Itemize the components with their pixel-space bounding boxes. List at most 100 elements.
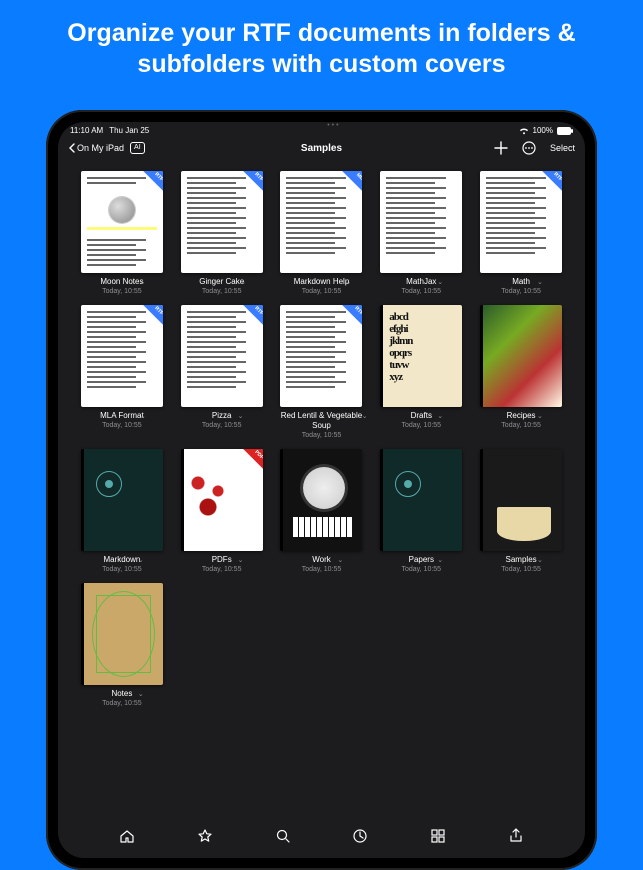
document-date: Today, 10:55 <box>402 287 442 297</box>
document-name: Samples <box>501 555 541 565</box>
add-button[interactable] <box>494 141 508 155</box>
favorites-icon[interactable] <box>197 828 213 844</box>
document-item[interactable]: Papers Today, 10:55 ⌄ <box>375 449 467 575</box>
document-date: Today, 10:55 <box>501 565 541 575</box>
format-badge: MD <box>334 171 362 199</box>
ai-badge[interactable]: AI <box>130 142 145 154</box>
document-name: Papers <box>402 555 442 565</box>
document-name: MathJax <box>402 277 442 287</box>
wifi-icon <box>519 127 529 135</box>
document-date: Today, 10:55 <box>294 287 350 297</box>
document-item[interactable]: RTF Math Today, 10:55 ⌄ <box>475 171 567 297</box>
document-grid: RTF Moon Notes Today, 10:55 ⌄ RTF Ginger… <box>58 161 585 719</box>
home-icon[interactable] <box>119 828 135 844</box>
document-thumbnail[interactable]: RTF <box>81 305 163 407</box>
chevron-left-icon <box>68 143 75 153</box>
chevron-down-icon[interactable]: ⌄ <box>362 412 368 422</box>
document-date: Today, 10:55 <box>277 431 365 441</box>
recent-icon[interactable] <box>352 828 368 844</box>
more-button[interactable] <box>522 141 536 155</box>
status-bar: 11:10 AM Thu Jan 25 ••• 100% <box>58 122 585 137</box>
document-date: Today, 10:55 <box>100 287 143 297</box>
document-thumbnail[interactable] <box>480 305 562 407</box>
document-date: Today, 10:55 <box>402 421 442 431</box>
chevron-down-icon[interactable]: ⌄ <box>138 690 144 700</box>
chevron-down-icon[interactable]: ⌄ <box>437 556 443 566</box>
chevron-down-icon[interactable]: ⌄ <box>337 556 343 566</box>
document-thumbnail[interactable]: RTF <box>181 171 263 273</box>
chevron-down-icon[interactable]: ⌄ <box>537 278 543 288</box>
document-item[interactable]: RTF MLA Format Today, 10:55 ⌄ <box>76 305 168 441</box>
document-date: Today, 10:55 <box>100 421 144 431</box>
document-date: Today, 10:55 <box>302 565 342 575</box>
chevron-down-icon[interactable]: ⌄ <box>238 556 244 566</box>
chevron-down-icon[interactable]: ⌄ <box>238 412 244 422</box>
document-thumbnail[interactable] <box>81 449 163 551</box>
document-item[interactable]: RTF Ginger Cake Today, 10:55 ⌄ <box>176 171 268 297</box>
document-name: Ginger Cake <box>199 277 244 287</box>
select-button[interactable]: Select <box>550 143 575 153</box>
document-name: Work <box>302 555 342 565</box>
document-name: PDFs <box>202 555 242 565</box>
document-thumbnail[interactable]: RTF <box>81 171 163 273</box>
document-date: Today, 10:55 <box>501 287 541 297</box>
document-item[interactable]: MathJax Today, 10:55 ⌄ <box>375 171 467 297</box>
document-item[interactable]: RTF Red Lentil & Vegetable Soup Today, 1… <box>276 305 368 441</box>
document-date: Today, 10:55 <box>501 421 541 431</box>
bottom-toolbar <box>58 822 585 850</box>
document-item[interactable]: Work Today, 10:55 ⌄ <box>276 449 368 575</box>
chevron-down-icon[interactable]: ⌄ <box>140 278 146 288</box>
document-thumbnail[interactable]: PDF <box>181 449 263 551</box>
browse-icon[interactable] <box>430 828 446 844</box>
format-badge: RTF <box>334 305 362 333</box>
multitask-dots[interactable]: ••• <box>327 122 340 129</box>
document-thumbnail[interactable] <box>280 449 362 551</box>
chevron-down-icon[interactable]: ⌄ <box>140 412 146 422</box>
chevron-down-icon[interactable]: ⌄ <box>537 556 543 566</box>
document-name: Drafts <box>402 411 442 421</box>
document-thumbnail[interactable]: RTF <box>181 305 263 407</box>
document-name: Red Lentil & Vegetable Soup <box>277 411 365 431</box>
back-button[interactable]: On My iPad <box>68 143 124 153</box>
document-thumbnail[interactable]: abcdefghijklmnopqrstuvwxyz <box>380 305 462 407</box>
document-item[interactable]: Samples Today, 10:55 ⌄ <box>475 449 567 575</box>
chevron-down-icon[interactable]: ⌄ <box>437 412 443 422</box>
document-thumbnail[interactable]: RTF <box>280 305 362 407</box>
document-date: Today, 10:55 <box>199 287 244 297</box>
document-name: MLA Format <box>100 411 144 421</box>
document-name: Math <box>501 277 541 287</box>
document-thumbnail[interactable] <box>480 449 562 551</box>
format-badge: PDF <box>235 449 263 477</box>
battery-icon <box>557 127 573 135</box>
share-icon[interactable] <box>508 828 524 844</box>
document-item[interactable]: RTF Moon Notes Today, 10:55 ⌄ <box>76 171 168 297</box>
search-icon[interactable] <box>275 828 291 844</box>
chevron-down-icon[interactable]: ⌄ <box>240 278 246 288</box>
marketing-headline: Organize your RTF documents in folders &… <box>0 0 643 95</box>
document-thumbnail[interactable] <box>380 171 462 273</box>
chevron-down-icon[interactable]: ⌄ <box>437 278 443 288</box>
battery-percent: 100% <box>533 126 553 135</box>
chevron-down-icon[interactable]: ⌄ <box>537 412 543 422</box>
document-date: Today, 10:55 <box>102 565 142 575</box>
tablet-screen: 11:10 AM Thu Jan 25 ••• 100% <box>58 122 585 858</box>
format-badge: RTF <box>235 171 263 199</box>
format-badge: RTF <box>235 305 263 333</box>
tablet-frame: 11:10 AM Thu Jan 25 ••• 100% <box>46 110 597 870</box>
document-item[interactable]: PDF PDFs Today, 10:55 ⌄ <box>176 449 268 575</box>
document-thumbnail[interactable]: RTF <box>480 171 562 273</box>
chevron-down-icon[interactable]: ⌄ <box>345 278 351 288</box>
document-name: Markdown Help <box>294 277 350 287</box>
document-item[interactable]: Recipes Today, 10:55 ⌄ <box>475 305 567 441</box>
format-badge: RTF <box>135 171 163 199</box>
document-thumbnail[interactable] <box>81 583 163 685</box>
document-item[interactable]: Notes Today, 10:55 ⌄ <box>76 583 168 709</box>
document-thumbnail[interactable]: MD <box>280 171 362 273</box>
document-item[interactable]: Markdown Today, 10:55 ⌄ <box>76 449 168 575</box>
document-item[interactable]: MD Markdown Help Today, 10:55 ⌄ <box>276 171 368 297</box>
chevron-down-icon[interactable]: ⌄ <box>138 556 144 566</box>
document-item[interactable]: RTF Pizza Today, 10:55 ⌄ <box>176 305 268 441</box>
document-thumbnail[interactable] <box>380 449 462 551</box>
document-date: Today, 10:55 <box>202 565 242 575</box>
document-item[interactable]: abcdefghijklmnopqrstuvwxyz Drafts Today,… <box>375 305 467 441</box>
